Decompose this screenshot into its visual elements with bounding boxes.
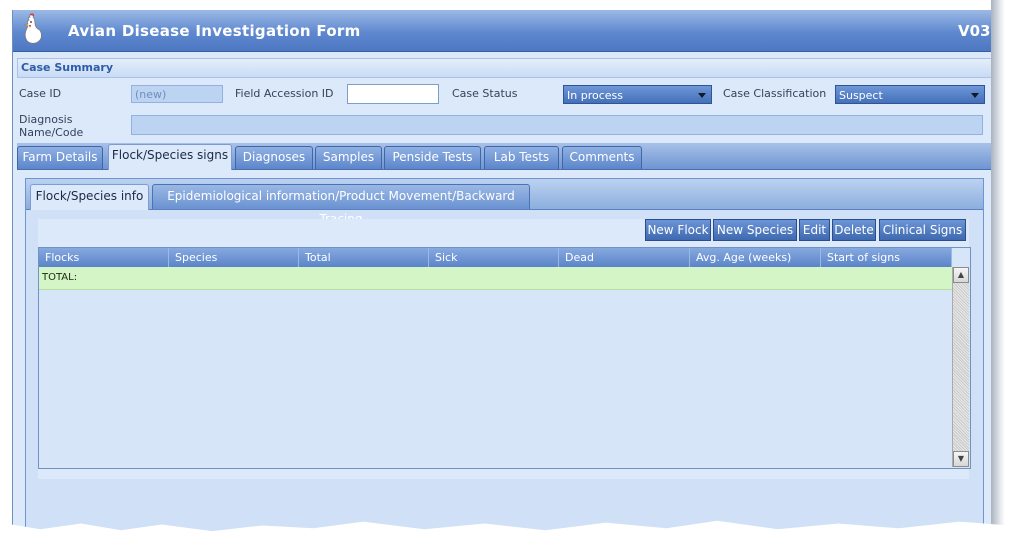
tab-lab-tests[interactable]: Lab Tests [484, 146, 559, 169]
case-classification-select[interactable]: Suspect [835, 85, 985, 104]
column-header-species[interactable]: Species [169, 248, 299, 267]
case-summary-header: Case Summary [17, 58, 992, 78]
column-header-total[interactable]: Total [299, 248, 429, 267]
sub-tabs: Flock/Species info Epidemiological infor… [26, 179, 983, 226]
flock-species-panel: Flock/Species info Epidemiological infor… [25, 178, 984, 534]
title-bar: Avian Disease Investigation Form V03 [13, 10, 992, 52]
chevron-down-icon [698, 93, 706, 98]
edit-button[interactable]: Edit [799, 219, 830, 241]
new-species-button[interactable]: New Species [713, 219, 797, 241]
case-status-label: Case Status [452, 87, 518, 100]
case-status-select[interactable]: In process [563, 85, 712, 104]
case-summary-title: Case Summary [21, 61, 114, 74]
delete-button[interactable]: Delete [832, 219, 876, 241]
app-title: Avian Disease Investigation Form [68, 22, 361, 40]
scroll-up-icon[interactable]: ▲ [953, 267, 969, 283]
case-id-label: Case ID [19, 87, 62, 100]
tab-penside-tests[interactable]: Penside Tests [384, 146, 481, 169]
clinical-signs-button[interactable]: Clinical Signs [879, 219, 966, 241]
case-id-value: (new) [135, 88, 167, 101]
column-header-start-of-signs[interactable]: Start of signs [821, 248, 952, 267]
case-id-field: (new) [131, 85, 223, 103]
column-header-sick[interactable]: Sick [429, 248, 559, 267]
flock-species-grid: Flocks Species Total Sick Dead Avg. Age … [38, 247, 971, 469]
tab-samples[interactable]: Samples [315, 146, 382, 169]
column-header-dead[interactable]: Dead [559, 248, 690, 267]
new-flock-button[interactable]: New Flock [645, 219, 711, 241]
diagnosis-label-line2: Name/Code [19, 126, 84, 139]
scroll-down-icon[interactable]: ▼ [953, 451, 969, 467]
flock-grid-container: New Flock New Species Edit Delete Clinic… [38, 219, 971, 479]
case-status-value: In process [567, 89, 623, 102]
total-row: TOTAL: [39, 267, 952, 290]
case-classification-label: Case Classification [723, 87, 827, 100]
total-label: TOTAL: [42, 272, 78, 283]
chicken-icon [23, 13, 42, 44]
tab-farm-details[interactable]: Farm Details [17, 146, 103, 169]
column-header-flocks[interactable]: Flocks [39, 248, 169, 267]
version-label: V03 [958, 22, 991, 40]
field-accession-label: Field Accession ID [235, 87, 334, 100]
grid-header: Flocks Species Total Sick Dead Avg. Age … [39, 248, 952, 267]
tab-diagnoses[interactable]: Diagnoses [235, 146, 313, 169]
column-header-avg-age[interactable]: Avg. Age (weeks) [690, 248, 821, 267]
tab-comments[interactable]: Comments [562, 146, 642, 169]
tab-flock-species-signs[interactable]: Flock/Species signs [108, 144, 232, 170]
subtab-flock-species-info[interactable]: Flock/Species info [30, 184, 149, 210]
diagnosis-label: Diagnosis [19, 113, 73, 126]
chevron-down-icon [971, 93, 979, 98]
subtab-epidemiological-information[interactable]: Epidemiological information/Product Move… [152, 184, 530, 226]
field-accession-input[interactable] [347, 84, 439, 104]
vertical-scrollbar[interactable]: ▲ ▼ [952, 267, 969, 467]
case-classification-value: Suspect [839, 89, 883, 102]
window-shadow [991, 0, 1005, 534]
diagnosis-field[interactable] [131, 115, 983, 135]
main-tabs: Farm Details Flock/Species signs Diagnos… [17, 143, 992, 170]
app-window: Avian Disease Investigation Form V03 Cas… [12, 10, 992, 534]
